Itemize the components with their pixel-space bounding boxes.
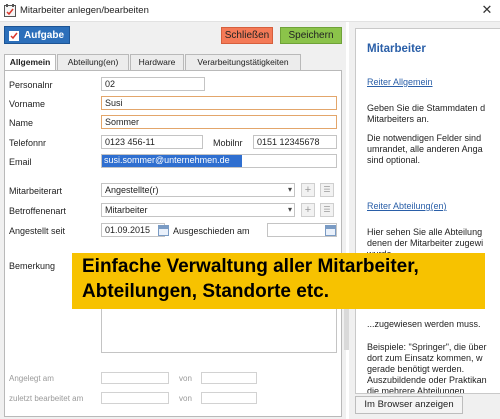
promo-banner-line1: Einfache Verwaltung aller Mitarbeiter, bbox=[82, 256, 419, 277]
angelegt-von-label: von bbox=[179, 374, 192, 383]
help-text-line: sind optional. bbox=[367, 155, 421, 165]
vorname-field[interactable]: Susi bbox=[101, 96, 337, 110]
help-text-line: dort zum Einsatz kommen, w bbox=[367, 353, 483, 363]
betroffenenart-select[interactable]: Mitarbeiter ▾ bbox=[101, 203, 295, 217]
name-field[interactable]: Sommer bbox=[101, 115, 337, 129]
list-mitarbeiterart-button[interactable]: ☰ bbox=[320, 183, 334, 197]
help-pane: Mitarbeiter Reiter Allgemein Geben Sie d… bbox=[349, 22, 500, 419]
tab-verarbeitungstaetigkeiten[interactable]: Verarbeitungstätigkeiten bbox=[185, 54, 301, 70]
help-text-line: Auszubildende oder Praktikan bbox=[367, 375, 487, 385]
bearbeitet-von-label: von bbox=[179, 394, 192, 403]
chevron-down-icon: ▾ bbox=[287, 205, 292, 214]
help-text-line: umrandet, alle anderen Anga bbox=[367, 144, 483, 154]
tab-allgemein[interactable]: Allgemein bbox=[4, 54, 56, 71]
help-text-line: denen der Mitarbeiter zugewi bbox=[367, 238, 484, 248]
telefon-label: Telefonnr bbox=[9, 138, 47, 148]
title-bar: Mitarbeiter anlegen/bearbeiten ✕ bbox=[0, 0, 500, 22]
plus-icon: + bbox=[304, 204, 312, 216]
tab-hardware[interactable]: Hardware bbox=[130, 54, 184, 70]
close-icon[interactable]: ✕ bbox=[480, 2, 494, 18]
help-text-line: Die notwendigen Felder sind bbox=[367, 133, 482, 143]
angelegt-date-field bbox=[101, 372, 169, 384]
email-field[interactable]: susi.sommer@unternehmen.de bbox=[101, 154, 337, 168]
help-text-line: Geben Sie die Stammdaten d bbox=[367, 103, 486, 113]
bearbeitet-von-field bbox=[201, 392, 257, 404]
app-icon bbox=[4, 4, 16, 17]
help-text-line: ...zugewiesen werden muss. bbox=[367, 319, 481, 329]
promo-banner-line2: Abteilungen, Standorte etc. bbox=[82, 281, 330, 302]
personalnr-field[interactable]: 02 bbox=[101, 77, 205, 91]
plus-icon: + bbox=[304, 184, 312, 196]
checklist-icon bbox=[9, 31, 19, 41]
betroffenenart-value: Mitarbeiter bbox=[105, 205, 148, 215]
list-icon: ☰ bbox=[323, 185, 331, 194]
toolbar: Aufgabe Schließen Speichern bbox=[0, 22, 346, 50]
task-button[interactable]: Aufgabe bbox=[4, 26, 70, 44]
close-button[interactable]: Schließen bbox=[221, 27, 273, 44]
vorname-label: Vorname bbox=[9, 99, 46, 109]
bearbeitet-label: zuletzt bearbeitet am bbox=[9, 394, 84, 403]
help-content: Mitarbeiter Reiter Allgemein Geben Sie d… bbox=[355, 28, 500, 394]
promo-banner: Einfache Verwaltung aller Mitarbeiter, A… bbox=[72, 253, 485, 309]
mitarbeiterart-select[interactable]: Angestellte(r) ▾ bbox=[101, 183, 295, 197]
calendar-icon[interactable] bbox=[158, 225, 169, 236]
help-text-line: die mehrere Abteilungen bbox=[367, 386, 465, 394]
help-text-line: Beispiele: "Springer", die über bbox=[367, 342, 487, 352]
help-title: Mitarbeiter bbox=[367, 43, 426, 55]
mitarbeiterart-label: Mitarbeiterart bbox=[9, 186, 63, 196]
betroffenenart-label: Betroffenenart bbox=[9, 206, 66, 216]
personalnr-label: Personalnr bbox=[9, 80, 53, 90]
telefon-field[interactable]: 0123 456-11 bbox=[101, 135, 203, 149]
chevron-down-icon: ▾ bbox=[287, 185, 292, 194]
help-link-abteilungen[interactable]: Reiter Abteilung(en) bbox=[367, 201, 447, 211]
help-text-line: Mitarbeiters an. bbox=[367, 114, 430, 124]
window-title: Mitarbeiter anlegen/bearbeiten bbox=[20, 5, 149, 16]
add-betroffenenart-button[interactable]: + bbox=[301, 203, 315, 217]
angelegt-label: Angelegt am bbox=[9, 374, 54, 383]
add-mitarbeiterart-button[interactable]: + bbox=[301, 183, 315, 197]
bemerkung-label: Bemerkung bbox=[9, 261, 56, 271]
bearbeitet-date-field bbox=[101, 392, 169, 404]
calendar-icon[interactable] bbox=[325, 225, 336, 236]
email-label: Email bbox=[9, 157, 32, 167]
help-text-line: Hier sehen Sie alle Abteilung bbox=[367, 227, 483, 237]
angelegt-von-field bbox=[201, 372, 257, 384]
form-area: Aufgabe Schließen Speichern Allgemein Ab… bbox=[0, 22, 346, 419]
ausgeschieden-label: Ausgeschieden am bbox=[173, 226, 250, 236]
email-selected-text: susi.sommer@unternehmen.de bbox=[102, 155, 242, 167]
help-link-allgemein[interactable]: Reiter Allgemein bbox=[367, 77, 433, 87]
general-tab-panel: Personalnr 02 Vorname Susi Name Sommer T… bbox=[4, 70, 342, 417]
mobil-field[interactable]: 0151 12345678 bbox=[253, 135, 337, 149]
mobil-label: Mobilnr bbox=[213, 138, 243, 148]
angestellt-date-field[interactable]: 01.09.2015 bbox=[101, 223, 165, 237]
list-icon: ☰ bbox=[323, 205, 331, 214]
open-in-browser-button[interactable]: Im Browser anzeigen bbox=[355, 396, 463, 414]
tab-abteilungen[interactable]: Abteilung(en) bbox=[57, 54, 129, 70]
name-label: Name bbox=[9, 118, 34, 128]
angestellt-label: Angestellt seit bbox=[9, 226, 66, 236]
help-text-line: gerade benötigt werden. bbox=[367, 364, 465, 374]
list-betroffenenart-button[interactable]: ☰ bbox=[320, 203, 334, 217]
task-button-label: Aufgabe bbox=[24, 30, 64, 41]
save-button[interactable]: Speichern bbox=[280, 27, 342, 44]
mitarbeiterart-value: Angestellte(r) bbox=[105, 185, 159, 195]
